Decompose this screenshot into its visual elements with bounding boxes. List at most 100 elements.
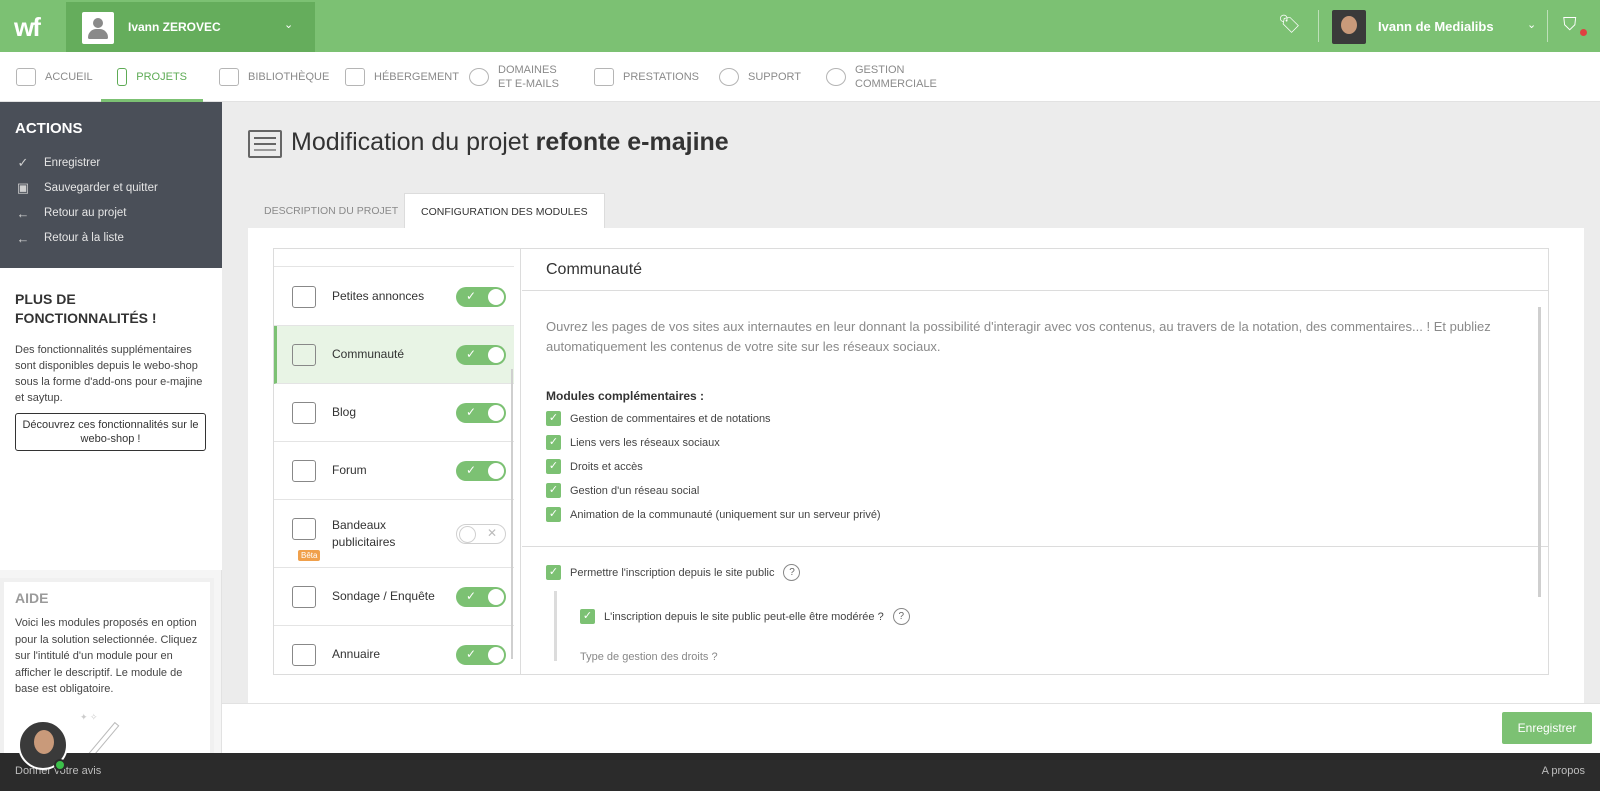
chevron-down-icon[interactable]: ⌄ <box>1527 18 1536 31</box>
action-enregistrer[interactable]: ✓ Enregistrer <box>15 154 101 172</box>
tab-configuration[interactable]: CONFIGURATION DES MODULES <box>404 193 605 229</box>
check-icon: ✓ <box>466 346 477 361</box>
account-name: Ivann ZEROVEC <box>128 20 221 34</box>
module-name[interactable]: Forum <box>332 462 367 479</box>
shield-icon[interactable]: ⛉ <box>1563 14 1587 38</box>
checkbox-label: Animation de la communauté (uniquement s… <box>570 508 881 521</box>
modules-frame: Petites annonces ✓ Communauté ✓ Blog ✓ F… <box>273 248 1549 675</box>
checkbox-checked[interactable]: ✓ <box>546 459 561 474</box>
user-avatar[interactable] <box>1332 10 1366 44</box>
module-name[interactable]: Communauté <box>332 346 404 363</box>
more-features-text: Des fonctionnalités supplémentaires sont… <box>15 344 203 404</box>
module-name[interactable]: Bandeaux publicitaires <box>332 517 432 551</box>
checkbox-checked[interactable]: ✓ <box>546 565 561 580</box>
divider <box>1547 10 1548 42</box>
module-toggle-off[interactable]: ✕ <box>456 523 506 544</box>
nav-hebergement[interactable]: HÉBERGEMENT <box>345 52 459 102</box>
checkbox-checked[interactable]: ✓ <box>580 609 595 624</box>
divider <box>522 546 1548 547</box>
nav-prestations[interactable]: PRESTATIONS <box>594 52 699 102</box>
complementary-item[interactable]: ✓ Gestion de commentaires et de notations <box>546 411 771 426</box>
blog-icon <box>292 401 316 424</box>
more-features-title: PLUS DE FONCTIONNALITÉS ! <box>15 291 157 326</box>
checkbox-checked[interactable]: ✓ <box>546 411 561 426</box>
account-switcher[interactable]: Ivann ZEROVEC ⌄ <box>66 2 315 52</box>
module-name[interactable]: Sondage / Enquête <box>332 588 435 605</box>
action-sauvegarder-quitter[interactable]: ▣ Sauvegarder et quitter <box>15 179 158 197</box>
nav-gestion-commerciale[interactable]: GESTION COMMERCIALE <box>826 52 937 102</box>
save-button[interactable]: Enregistrer <box>1502 712 1592 744</box>
webo-shop-button[interactable]: Découvrez ces fonctionnalités sur le web… <box>15 413 206 451</box>
action-retour-liste[interactable]: ← Retour à la liste <box>15 229 124 247</box>
signup-option[interactable]: ✓ Permettre l'inscription depuis le site … <box>546 564 801 581</box>
modules-panel: Petites annonces ✓ Communauté ✓ Blog ✓ F… <box>248 228 1584 703</box>
module-toggle[interactable]: ✓ <box>456 460 506 481</box>
module-name[interactable]: Blog <box>332 404 356 421</box>
checkbox-checked[interactable]: ✓ <box>546 483 561 498</box>
classifieds-icon <box>292 285 316 308</box>
nav-bibliotheque[interactable]: BIBLIOTHÈQUE <box>219 52 329 102</box>
checkbox-label: Gestion de commentaires et de notations <box>570 412 771 425</box>
user-name[interactable]: Ivann de Medialibs <box>1378 19 1494 34</box>
help-icon[interactable]: ? <box>783 564 801 581</box>
module-toggle[interactable]: ✓ <box>456 286 506 307</box>
complementary-item[interactable]: ✓ Gestion d'un réseau social <box>546 483 699 498</box>
module-description: Ouvrez les pages de vos sites aux intern… <box>546 319 1491 354</box>
module-list-scrollbar[interactable] <box>511 369 513 659</box>
module-item[interactable]: Blog ✓ <box>274 384 514 442</box>
main-nav: ACCUEIL PROJETS BIBLIOTHÈQUE HÉBERGEMENT… <box>0 52 1600 102</box>
nav-label: BIBLIOTHÈQUE <box>248 71 330 83</box>
module-toggle[interactable]: ✓ <box>456 344 506 365</box>
tab-description[interactable]: DESCRIPTION DU PROJET <box>248 193 414 229</box>
module-toggle[interactable]: ✓ <box>456 644 506 665</box>
page-title: Modification du projet refonte e-majine <box>291 128 729 157</box>
moderate-option[interactable]: ✓ L'inscription depuis le site public peu… <box>580 608 910 625</box>
about-link[interactable]: A propos <box>1542 765 1585 777</box>
module-name[interactable]: Petites annonces <box>332 288 424 305</box>
action-retour-projet[interactable]: ← Retour au projet <box>15 204 127 222</box>
complementary-item[interactable]: ✓ Droits et accès <box>546 459 643 474</box>
forum-icon <box>292 459 316 482</box>
top-bar: wf Ivann ZEROVEC ⌄ 🏷︎ Ivann de Medialibs… <box>0 0 1600 52</box>
nav-label-line2: COMMERCIALE <box>855 78 937 90</box>
coins-icon <box>826 68 846 86</box>
actions-panel: ACTIONS ✓ Enregistrer ▣ Sauvegarder et q… <box>0 102 222 268</box>
module-item[interactable]: Forum ✓ <box>274 442 514 500</box>
detail-scrollbar[interactable] <box>1538 307 1541 597</box>
action-label: Sauvegarder et quitter <box>44 182 158 194</box>
group-icon <box>82 12 114 44</box>
module-detail-title: Communauté <box>546 261 643 278</box>
beta-badge: Bêta <box>298 550 321 561</box>
complementary-item[interactable]: ✓ Animation de la communauté (uniquement … <box>546 507 881 522</box>
checkbox-label: Gestion d'un réseau social <box>570 484 700 497</box>
module-toggle[interactable]: ✓ <box>456 586 506 607</box>
main-content: Modification du projet refonte e-majine … <box>222 102 1600 703</box>
module-item[interactable]: Annuaire ✓ <box>274 626 514 674</box>
nav-label: ACCUEIL <box>45 71 93 83</box>
community-icon <box>292 343 316 366</box>
checkbox-checked[interactable]: ✓ <box>546 507 561 522</box>
nav-support[interactable]: SUPPORT <box>719 52 801 102</box>
action-label: Retour à la liste <box>44 232 124 244</box>
module-name[interactable]: Annuaire <box>332 646 380 663</box>
sidebar: ACTIONS ✓ Enregistrer ▣ Sauvegarder et q… <box>0 102 222 791</box>
complementary-item[interactable]: ✓ Liens vers les réseaux sociaux <box>546 435 720 450</box>
nav-projets[interactable]: PROJETS <box>101 52 203 102</box>
module-item[interactable]: Bêta Bandeaux publicitaires ✕ <box>274 500 514 568</box>
module-toggle[interactable]: ✓ <box>456 402 506 423</box>
nav-accueil[interactable]: ACCUEIL <box>16 52 93 102</box>
more-features-panel: PLUS DE FONCTIONNALITÉS ! Des fonctionna… <box>0 268 222 570</box>
nav-domaines[interactable]: DOMAINES ET E-MAILS <box>469 52 559 102</box>
module-item-selected[interactable]: Communauté ✓ <box>274 326 514 384</box>
check-icon: ✓ <box>466 588 477 603</box>
page-title-prefix: Modification du projet <box>291 128 529 156</box>
tag-icon[interactable]: 🏷︎ <box>1278 14 1302 38</box>
lifebuoy-icon <box>719 68 739 86</box>
webo-logo[interactable]: wf <box>14 12 50 42</box>
module-list: Petites annonces ✓ Communauté ✓ Blog ✓ F… <box>274 249 521 674</box>
help-icon[interactable]: ? <box>892 608 910 625</box>
complementary-title: Modules complémentaires : <box>546 389 705 403</box>
checkbox-checked[interactable]: ✓ <box>546 435 561 450</box>
module-item[interactable]: Sondage / Enquête ✓ <box>274 568 514 626</box>
module-item[interactable]: Petites annonces ✓ <box>274 268 514 326</box>
